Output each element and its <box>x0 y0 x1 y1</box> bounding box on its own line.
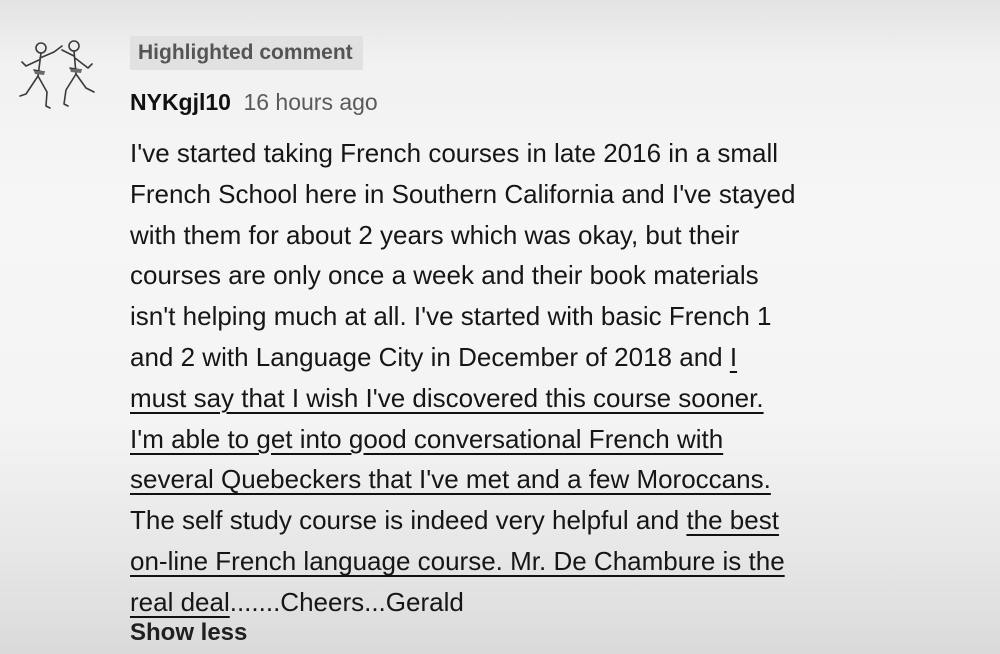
underlined-text: I'm able to get into good conversational… <box>130 423 724 454</box>
highlighted-comment-badge: Highlighted comment <box>130 36 363 70</box>
avatar[interactable] <box>14 34 98 118</box>
comment-text: French School here in Southern Californi… <box>130 178 796 209</box>
comment-header: NYKgjl10 16 hours ago <box>130 86 378 118</box>
underlined-text: must say that I wish I've discovered thi… <box>130 382 764 413</box>
comment-text: .......Cheers...Gerald <box>229 586 464 617</box>
comment-line: courses are only once a week and their b… <box>130 255 870 296</box>
comment-text: isn't helping much at all. I've started … <box>130 301 772 332</box>
comment-text: with them for about 2 years which was ok… <box>130 219 740 250</box>
comment-line: several Quebeckers that I've met and a f… <box>130 459 870 500</box>
comment-line: I've started taking French courses in la… <box>130 133 870 174</box>
comment-timestamp[interactable]: 16 hours ago <box>243 89 377 115</box>
comment-text: courses are only once a week and their b… <box>130 260 759 291</box>
underlined-text: the best <box>686 505 779 536</box>
underlined-text: several Quebeckers that I've met and a f… <box>130 464 771 495</box>
karate-fighters-icon <box>19 40 95 109</box>
underlined-text: real deal <box>130 586 230 617</box>
author-name[interactable]: NYKgjl10 <box>130 89 231 115</box>
comment-text: The self study course is indeed very hel… <box>130 505 687 536</box>
comment-text: and 2 with Language City in December of … <box>130 341 730 372</box>
underlined-text: on-line French language course. Mr. De C… <box>130 545 785 576</box>
comment-line: on-line French language course. Mr. De C… <box>130 541 870 582</box>
comment-body: I've started taking French courses in la… <box>130 133 870 623</box>
comment-line: I'm able to get into good conversational… <box>130 419 870 460</box>
comment-line: isn't helping much at all. I've started … <box>130 296 870 337</box>
comment-line: French School here in Southern Californi… <box>130 174 870 215</box>
comment-line: with them for about 2 years which was ok… <box>130 215 870 256</box>
comment-line: and 2 with Language City in December of … <box>130 337 870 378</box>
show-less-button[interactable]: Show less <box>130 616 247 650</box>
comment-line: The self study course is indeed very hel… <box>130 500 870 541</box>
comment-text: I've started taking French courses in la… <box>130 138 779 168</box>
comment-line: must say that I wish I've discovered thi… <box>130 378 870 419</box>
underlined-text: I <box>729 341 738 372</box>
